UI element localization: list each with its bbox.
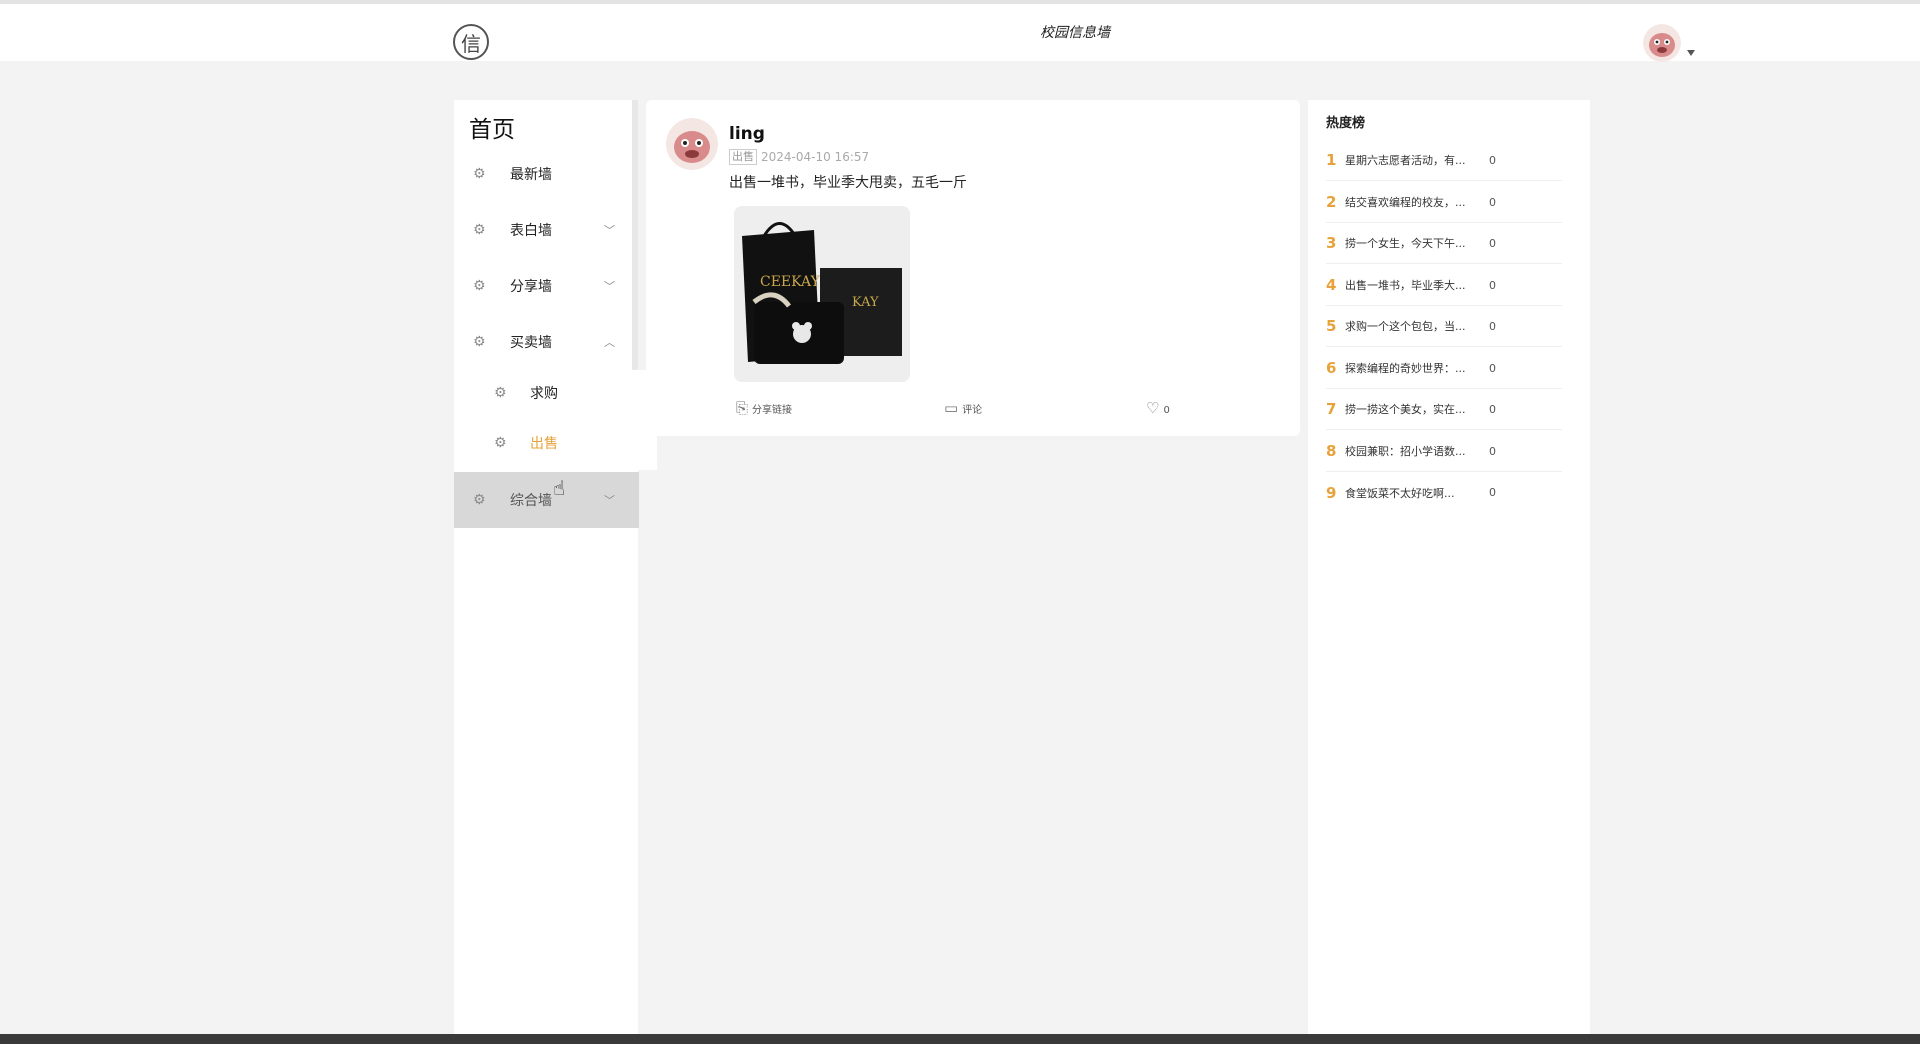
rank-number: 1	[1326, 151, 1337, 169]
hot-item-title: 探索编程的奇妙世界：...	[1345, 362, 1466, 375]
hot-item-title: 出售一堆书，毕业季大...	[1345, 279, 1466, 292]
hot-item-title: 捞一捞这个美女，实在...	[1345, 403, 1466, 416]
list-item[interactable]: 8 校园兼职：招小学语数... 0	[1326, 431, 1562, 472]
share-icon: ⎘	[736, 399, 749, 417]
list-item[interactable]: 5 求购一个这个包包，当... 0	[1326, 306, 1562, 347]
gear-icon: ⚙	[494, 385, 507, 401]
hot-list-title: 热度榜	[1326, 116, 1366, 131]
post-content: 出售一堆书，毕业季大甩卖，五毛一斤	[729, 175, 967, 191]
sidebar-item-label: 表白墙	[510, 223, 552, 239]
hot-item-count: 0	[1489, 402, 1496, 416]
list-item[interactable]: 1 星期六志愿者活动，有... 0	[1326, 140, 1562, 181]
hand-cursor-icon: ☝	[553, 476, 566, 500]
rank-number: 2	[1326, 193, 1337, 211]
avatar[interactable]	[1643, 24, 1681, 62]
sidebar-item-label: 求购	[530, 386, 558, 402]
bottom-edge	[0, 1034, 1920, 1044]
hot-item-count: 0	[1489, 195, 1496, 209]
hot-item-title: 求购一个这个包包，当...	[1345, 320, 1466, 333]
list-item[interactable]: 9 食堂饭菜不太好吃啊... 0	[1326, 472, 1562, 513]
hot-item-count: 0	[1489, 361, 1496, 375]
chevron-up-icon: ︿	[604, 336, 615, 349]
chevron-down-icon: ﹀	[604, 494, 615, 507]
gear-icon: ⚙	[473, 492, 486, 508]
hot-item-count: 0	[1489, 486, 1496, 499]
gear-icon: ⚙	[473, 222, 486, 238]
heart-icon: ♡	[1146, 399, 1160, 417]
hot-item-title: 食堂饭菜不太好吃啊...	[1345, 486, 1455, 500]
gear-icon: ⚙	[473, 334, 486, 350]
gear-icon: ⚙	[473, 166, 486, 182]
rank-number: 6	[1326, 359, 1337, 377]
hot-item-title: 捞一个女生，今天下午...	[1345, 237, 1466, 250]
sidebar-item-label: 综合墙	[510, 493, 552, 509]
hot-item-title: 星期六志愿者活动，有...	[1345, 154, 1466, 167]
sidebar-item-buy[interactable]: ⚙ 求购	[454, 368, 638, 418]
post-username[interactable]: ling	[729, 124, 765, 144]
comment-label: 评论	[962, 405, 983, 416]
post-image[interactable]: CEEKAY KAY	[734, 206, 910, 382]
comment-icon: ▭	[944, 399, 959, 417]
comment-button[interactable]: ▭ 评论	[944, 399, 983, 417]
list-item[interactable]: 3 捞一个女生，今天下午... 0	[1326, 223, 1562, 264]
chevron-down-icon: ﹀	[604, 224, 615, 237]
rank-number: 9	[1326, 483, 1337, 502]
svg-text:KAY: KAY	[852, 295, 879, 310]
sidebar-item-label: 出售	[530, 436, 558, 452]
gear-icon: ⚙	[494, 435, 507, 451]
caret-down-icon[interactable]	[1687, 50, 1695, 56]
page-title: 首页	[469, 117, 515, 143]
sidebar-item-label: 买卖墙	[510, 335, 552, 351]
top-navbar: 信 校园信息墙	[0, 0, 1920, 62]
share-link-button[interactable]: ⎘ 分享链接	[736, 399, 793, 417]
list-item[interactable]: 6 探索编程的奇妙世界：... 0	[1326, 348, 1562, 389]
list-item[interactable]: 4 出售一堆书，毕业季大... 0	[1326, 265, 1562, 306]
site-title: 校园信息墙	[1040, 25, 1110, 41]
post-timestamp: 2024-04-10 16:57	[761, 150, 870, 164]
post-card: ling 出售 2024-04-10 16:57 出售一堆书，毕业季大甩卖，五毛…	[646, 100, 1300, 436]
rank-number: 7	[1326, 400, 1337, 418]
chevron-down-icon: ﹀	[604, 280, 615, 293]
rank-number: 5	[1326, 317, 1337, 335]
hot-item-title: 结交喜欢编程的校友，...	[1345, 196, 1466, 209]
list-item[interactable]: 2 结交喜欢编程的校友，... 0	[1326, 182, 1562, 223]
like-count: 0	[1163, 405, 1170, 416]
hot-item-count: 0	[1489, 236, 1496, 250]
like-button[interactable]: ♡ 0	[1146, 399, 1170, 417]
rank-number: 4	[1326, 276, 1337, 294]
category-badge: 出售	[729, 149, 757, 165]
brand-label: CEEKAY	[760, 274, 821, 290]
share-label: 分享链接	[752, 405, 793, 416]
hot-item-count: 0	[1489, 444, 1496, 458]
logo-icon[interactable]: 信	[453, 24, 489, 60]
hot-item-count: 0	[1489, 319, 1496, 333]
sidebar-scrollbar[interactable]	[632, 100, 638, 370]
sidebar-item-label: 分享墙	[510, 279, 552, 295]
rank-number: 8	[1326, 442, 1337, 460]
sidebar-item-sell[interactable]: ⚙ 出售	[454, 418, 638, 468]
sidebar-item-share[interactable]: ⚙ 分享墙 ﹀	[454, 258, 638, 314]
sidebar-item-confession[interactable]: ⚙ 表白墙 ﹀	[454, 202, 638, 258]
sidebar: 首页 ⚙ 最新墙 ⚙ 表白墙 ﹀ ⚙ 分享墙 ﹀ ⚙ 买卖墙 ︿ ⚙ 求购 ⚙ …	[454, 100, 657, 1034]
hot-item-count: 0	[1489, 278, 1496, 292]
hot-list-panel: 热度榜 1 星期六志愿者活动，有... 0 2 结交喜欢编程的校友，... 0 …	[1308, 100, 1590, 1034]
rank-number: 3	[1326, 234, 1337, 252]
gear-icon: ⚙	[473, 278, 486, 294]
hot-item-count: 0	[1489, 153, 1496, 167]
sidebar-item-latest[interactable]: ⚙ 最新墙	[454, 146, 638, 202]
avatar[interactable]	[666, 118, 718, 170]
sidebar-item-trade[interactable]: ⚙ 买卖墙 ︿	[454, 314, 638, 370]
sidebar-item-label: 最新墙	[510, 167, 552, 183]
list-item[interactable]: 7 捞一捞这个美女，实在... 0	[1326, 389, 1562, 430]
hot-item-title: 校园兼职：招小学语数...	[1345, 445, 1466, 458]
sidebar-item-general[interactable]: ⚙ 综合墙 ﹀	[454, 472, 639, 528]
